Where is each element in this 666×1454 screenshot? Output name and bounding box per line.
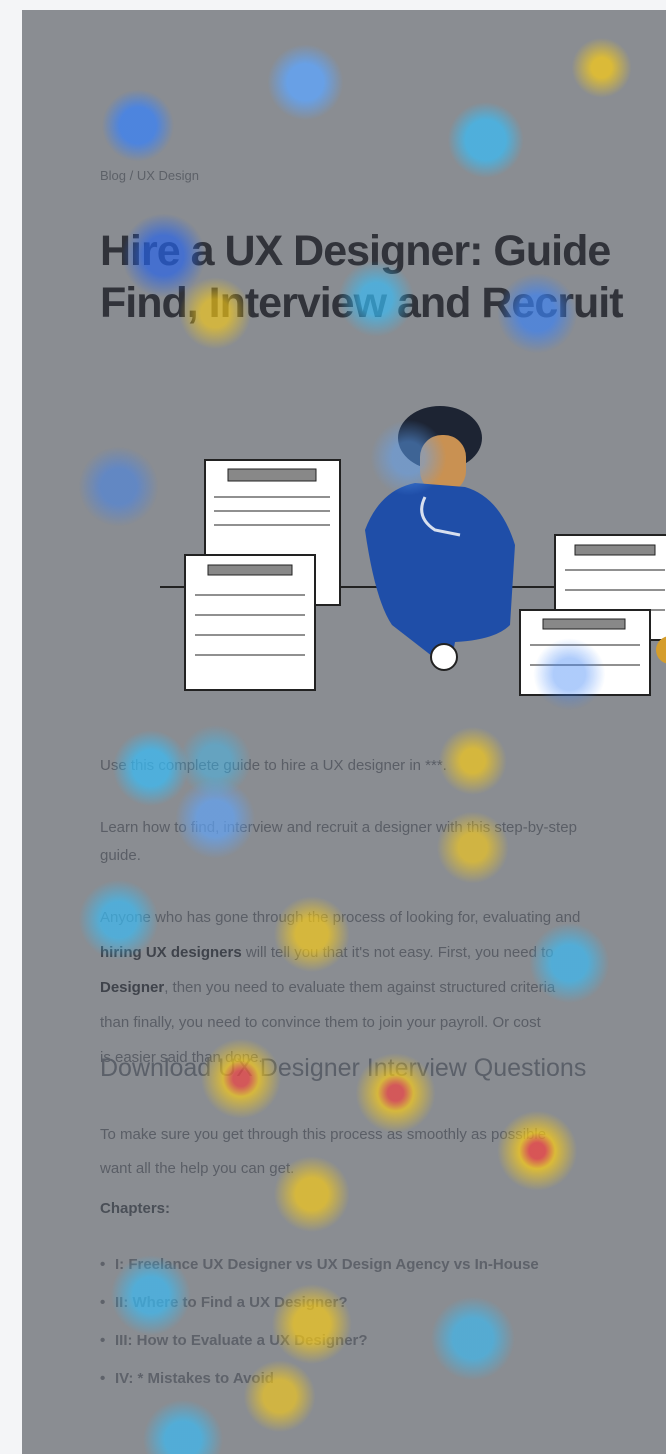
hiring-ux-designers-bold: hiring UX designers xyxy=(100,944,242,961)
paragraph-line-3-rest: , then you need to evaluate them against… xyxy=(164,979,556,996)
paragraph-line-2-rest: will tell you that it's not easy. First,… xyxy=(241,944,554,961)
paragraph-line-1: Anyone who has gone through the process … xyxy=(100,909,581,926)
chapter-link-3[interactable]: III: How to Evaluate a UX Designer? xyxy=(100,1322,666,1360)
title-line-2: Find, Interview and Recruit xyxy=(100,279,624,327)
main-paragraph: Anyone who has gone through the process … xyxy=(100,900,666,1075)
designer-bold: Designer xyxy=(100,979,165,996)
process-line-2: want all the help you can get. xyxy=(100,1160,295,1177)
paragraph-line-2: hiring UX designers will tell you that i… xyxy=(100,935,666,970)
section-heading: Download UX Designer Interview Questions xyxy=(100,1054,587,1082)
process-paragraph: To make sure you get through this proces… xyxy=(100,1118,666,1186)
chapter-link-1[interactable]: I: Freelance UX Designer vs UX Design Ag… xyxy=(100,1246,666,1284)
intro-paragraph: Use this complete guide to hire a UX des… xyxy=(100,757,447,774)
learn-paragraph: Learn how to find, interview and recruit… xyxy=(100,814,666,870)
chapter-link-4[interactable]: IV: * Mistakes to Avoid xyxy=(100,1360,666,1398)
paragraph-line-4: than finally, you need to convince them … xyxy=(100,1014,541,1031)
breadcrumb[interactable]: Blog / UX Design xyxy=(100,168,400,183)
chapters-label: Chapters: xyxy=(100,1200,171,1217)
process-line-1: To make sure you get through this proces… xyxy=(100,1126,547,1143)
chapter-link-2[interactable]: II: Where to Find a UX Designer? xyxy=(100,1284,666,1322)
page-screenshot: Blog / UX Design Hire a UX Designer: Gui… xyxy=(22,10,666,1454)
page-title: Hire a UX Designer: Guide Find, Intervie… xyxy=(100,225,666,329)
learn-line-1: Learn how to find, interview and recruit… xyxy=(100,819,577,836)
chapter-list: I: Freelance UX Designer vs UX Design Ag… xyxy=(100,1246,666,1398)
learn-line-2: guide. xyxy=(100,847,141,864)
title-line-1: Hire a UX Designer: Guide xyxy=(100,227,611,275)
designer-illustration xyxy=(160,406,666,696)
paragraph-line-3: Designer, then you need to evaluate them… xyxy=(100,970,666,1005)
